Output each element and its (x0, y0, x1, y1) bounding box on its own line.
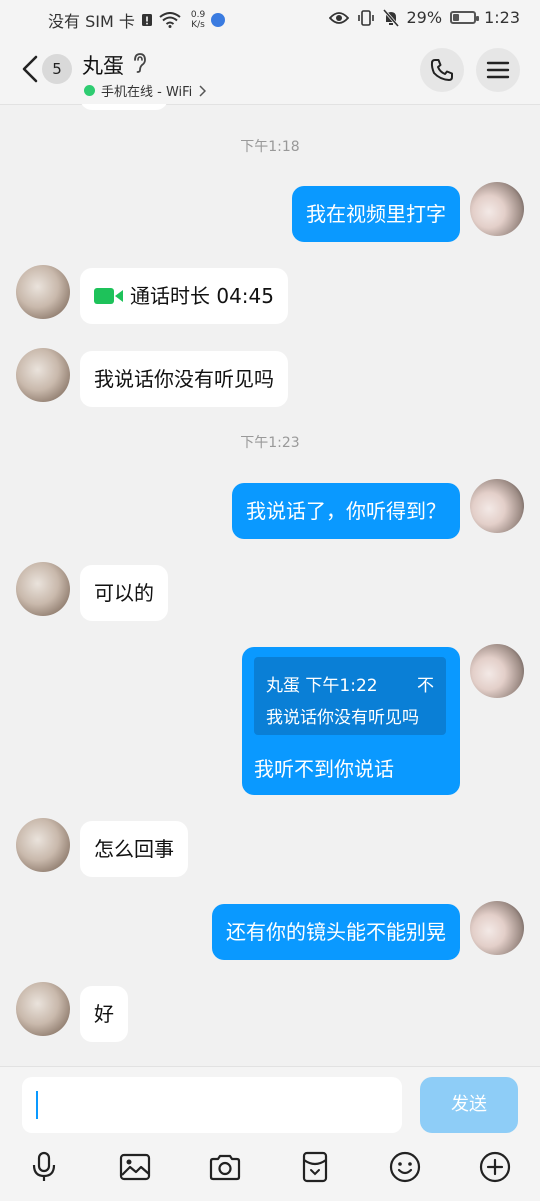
sim-alert-icon (141, 14, 152, 26)
vibrate-icon (357, 9, 374, 26)
timestamp: 下午1:23 (240, 435, 300, 451)
message-bubble-incoming[interactable]: 可以的 (80, 565, 168, 621)
back-arrow-icon[interactable] (18, 54, 42, 84)
network-speed: 0.9 K/s (191, 10, 205, 30)
text-cursor (36, 1091, 38, 1119)
reply-message-bubble[interactable]: 丸蛋 下午1:22 不 我说话你没有听见吗 我听不到你说话 (242, 647, 460, 795)
send-button[interactable]: 发送 (420, 1077, 518, 1133)
image-button[interactable] (115, 1147, 155, 1187)
red-packet-icon (302, 1151, 328, 1183)
my-avatar[interactable] (470, 644, 524, 698)
call-record-bubble[interactable]: 通话时长 04:45 (80, 268, 288, 324)
contact-avatar[interactable] (16, 982, 70, 1036)
network-speed-unit: K/s (191, 20, 205, 30)
my-avatar[interactable] (470, 479, 524, 533)
contact-name[interactable]: 丸蛋 (82, 50, 124, 80)
image-icon (119, 1153, 151, 1181)
quoted-sender-time: 丸蛋 下午1:22 (266, 676, 378, 696)
chat-header: 5 丸蛋 手机在线 - WiFi (0, 36, 540, 105)
timestamp: 下午1:18 (240, 139, 300, 155)
battery-fill (453, 14, 460, 21)
message-bubble[interactable] (80, 104, 168, 110)
message-bubble-outgoing[interactable]: 我在视频里打字 (292, 186, 460, 242)
clock: 1:23 (484, 8, 520, 27)
online-status-text: 手机在线 - WiFi (101, 85, 193, 100)
app-notification-icon (211, 13, 226, 27)
voice-input-button[interactable] (24, 1147, 64, 1187)
emoji-icon (389, 1151, 421, 1183)
contact-avatar[interactable] (16, 265, 70, 319)
network-speed-value: 0.9 (190, 10, 206, 20)
message-list[interactable]: 下午1:18 我在视频里打字 通话时长 04:45 我说话你没有听见吗 下午1:… (0, 104, 540, 1066)
microphone-icon (32, 1151, 56, 1181)
my-avatar[interactable] (470, 901, 524, 955)
my-avatar[interactable] (470, 182, 524, 236)
wifi-icon (159, 12, 181, 28)
eye-icon (328, 11, 349, 24)
sim-status: 没有 SIM 卡 (48, 12, 135, 31)
camera-icon (209, 1154, 241, 1181)
status-bar: 没有 SIM 卡 0.9 K/s 29% 1:23 (0, 0, 540, 36)
battery-percent: 29% (406, 8, 443, 27)
menu-icon (486, 61, 510, 79)
reply-text: 我听不到你说话 (254, 757, 394, 781)
mute-bell-icon (382, 8, 399, 27)
quoted-message[interactable]: 丸蛋 下午1:22 不 我说话你没有听见吗 (254, 657, 446, 735)
unread-count-badge[interactable]: 5 (42, 54, 72, 84)
online-status[interactable]: 手机在线 - WiFi (84, 81, 207, 100)
phone-icon (430, 59, 453, 81)
message-bubble-incoming[interactable]: 怎么回事 (80, 821, 188, 877)
video-call-icon (94, 288, 123, 304)
call-duration-text: 通话时长 04:45 (130, 284, 274, 308)
composer-toolbar (0, 1145, 540, 1189)
menu-button[interactable] (476, 48, 520, 92)
quoted-preview-fragment: 不 (417, 676, 434, 696)
contact-avatar[interactable] (16, 348, 70, 402)
ear-icon (134, 53, 146, 73)
voice-call-button[interactable] (420, 48, 464, 92)
quoted-text: 我说话你没有听见吗 (266, 708, 419, 728)
message-input[interactable] (22, 1077, 402, 1133)
contact-avatar[interactable] (16, 818, 70, 872)
plus-icon (479, 1151, 511, 1183)
chevron-right-icon (199, 84, 207, 97)
online-dot (84, 85, 95, 96)
more-button[interactable] (475, 1147, 515, 1187)
emoji-button[interactable] (385, 1147, 425, 1187)
message-bubble-incoming[interactable]: 我说话你没有听见吗 (80, 351, 288, 407)
message-bubble-incoming[interactable]: 好 (80, 986, 128, 1042)
contact-avatar[interactable] (16, 562, 70, 616)
red-packet-button[interactable] (295, 1147, 335, 1187)
message-bubble-outgoing[interactable]: 还有你的镜头能不能别晃 (212, 904, 460, 960)
message-bubble-outgoing[interactable]: 我说话了，你听得到？ (232, 483, 460, 539)
composer: 发送 (0, 1066, 540, 1201)
battery-icon (450, 11, 480, 24)
camera-button[interactable] (205, 1147, 245, 1187)
